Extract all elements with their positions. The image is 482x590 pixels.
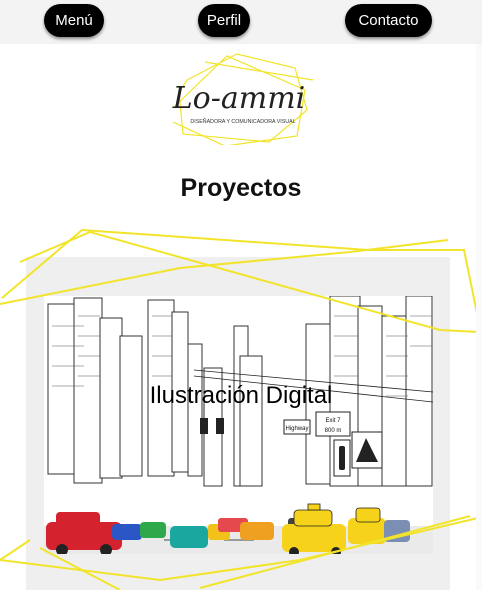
logo-script-text: Lo-ammi [172,81,306,116]
highway-sign: Highway [285,426,308,432]
contacto-button[interactable]: Contacto [345,4,432,37]
lo-ammi-logo[interactable]: Lo-ammi DISEÑADORA Y COMUNICADORA VISUAL [165,50,315,145]
logo-tagline: DISEÑADORA Y COMUNICADORA VISUAL [190,118,295,125]
page-scrollbar[interactable] [476,44,482,590]
city-street-illustration: Highway Exit 7 800 m [44,296,433,554]
page-title: Proyectos [180,174,302,202]
menu-button[interactable]: Menú [44,4,104,37]
project-title[interactable]: Ilustración Digital [0,382,482,410]
perfil-button[interactable]: Perfil [198,4,250,37]
distance-sign: 800 m [325,428,342,434]
exit-sign: Exit 7 [325,418,341,424]
